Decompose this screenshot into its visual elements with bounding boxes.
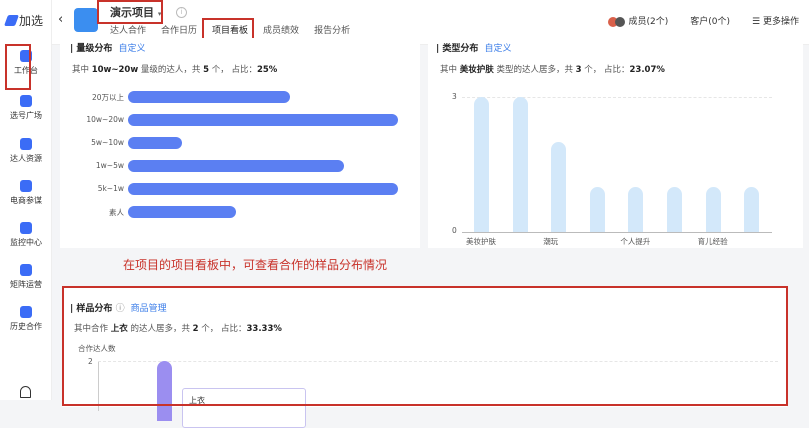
sidebar-item-label: 工作台 — [14, 66, 38, 75]
type-custom-link[interactable]: 自定义 — [484, 44, 511, 54]
sidebar-item[interactable]: 达人资源 — [0, 138, 52, 164]
sidebar-item[interactable]: 矩阵运营 — [0, 264, 52, 290]
help-icon[interactable]: ⓘ — [116, 304, 125, 314]
sidebar-item[interactable]: 电商参谋 — [0, 180, 52, 206]
bell-icon[interactable] — [20, 386, 31, 398]
level-panel: | 量级分布 自定义 其中 10w~20w 量级的达人，共 5 个， 占比：25%… — [60, 38, 420, 248]
bar[interactable] — [128, 183, 398, 195]
x-axis — [462, 232, 772, 233]
category-label: 5k~1w — [97, 184, 124, 193]
bar[interactable] — [128, 91, 290, 103]
sidebar-item-label: 历史合作 — [10, 322, 42, 331]
bar[interactable] — [628, 187, 644, 232]
members-label: 成员(2个) — [628, 17, 669, 27]
logo-icon — [3, 15, 20, 26]
bar[interactable] — [705, 187, 721, 232]
avatar — [614, 16, 625, 27]
logo[interactable]: 加选 — [3, 12, 44, 29]
project-icon — [74, 8, 98, 32]
y-tick: 0 — [452, 226, 457, 235]
product-manage-link[interactable]: 商品管理 — [131, 304, 167, 314]
type-panel: | 类型分布 自定义 其中 美妆护肤 类型的达人居多，共 3 个， 占比：23.0… — [428, 38, 803, 248]
ai-doc-icon — [20, 264, 32, 276]
type-summary: 其中 美妆护肤 类型的达人居多，共 3 个， 占比：23.07% — [440, 65, 665, 75]
y-axis-label: 合作达人数 — [78, 344, 116, 353]
sidebar-item-label: 电商参谋 — [10, 196, 42, 205]
sidebar-item-label: 矩阵运营 — [10, 280, 42, 289]
category-label: 1w~5w — [95, 161, 124, 170]
bag-icon — [20, 180, 32, 192]
members-button[interactable]: 成员(2个) — [607, 14, 669, 27]
sidebar-item[interactable]: 选号广场 — [0, 95, 52, 121]
type-title: | 类型分布 自定义 — [436, 44, 512, 54]
back-icon[interactable]: ‹ — [58, 12, 63, 27]
gridline — [462, 97, 772, 98]
user-icon — [20, 95, 32, 107]
clients-button[interactable]: 客户(0个) — [690, 14, 730, 27]
sidebar-item-label: 选号广场 — [10, 111, 42, 120]
tooltip: 上衣 — [182, 388, 306, 428]
gridline — [98, 361, 778, 362]
bar[interactable] — [128, 114, 398, 126]
category-label: 10w~20w — [86, 115, 124, 124]
info-icon[interactable]: i — [176, 7, 187, 18]
category-label: 5w~10w — [91, 138, 124, 147]
more-actions-button[interactable]: ☰ 更多操作 — [752, 14, 799, 27]
sample-title: | 样品分布 ⓘ 商品管理 — [70, 304, 167, 314]
bar[interactable] — [589, 187, 605, 232]
workbench-icon — [20, 50, 32, 62]
more-label: 更多操作 — [762, 17, 799, 27]
category-label: 素人 — [109, 208, 124, 217]
sample-summary: 其中合作 上衣 的达人居多，共 2 个， 占比：33.33% — [74, 324, 282, 334]
y-axis — [98, 361, 99, 411]
bar[interactable] — [128, 206, 236, 218]
level-custom-link[interactable]: 自定义 — [118, 44, 145, 54]
bar[interactable] — [667, 187, 682, 232]
sidebar: 加选 工作台选号广场达人资源电商参谋监控中心矩阵运营历史合作 — [0, 0, 52, 400]
caret-down-icon: ▾ — [157, 10, 162, 18]
x-tick-label: 潮玩 — [543, 237, 559, 246]
category-label: 20万以上 — [91, 93, 124, 102]
folder-star-icon — [20, 138, 32, 150]
monitor-icon — [20, 222, 32, 234]
bar[interactable] — [128, 137, 182, 149]
x-tick-label: 个人提升 — [620, 237, 651, 246]
annotation-caption: 在项目的项目看板中，可查看合作的样品分布情况 — [123, 258, 388, 272]
sidebar-item[interactable]: 监控中心 — [0, 222, 52, 248]
sample-panel: | 样品分布 ⓘ 商品管理 其中合作 上衣 的达人居多，共 2 个， 占比：33.… — [62, 287, 787, 428]
history-icon — [20, 306, 32, 318]
x-tick-label: 美妆护肤 — [466, 237, 496, 246]
y-tick: 3 — [452, 92, 457, 101]
sidebar-item[interactable]: 历史合作 — [0, 306, 52, 332]
logo-text: 加选 — [19, 14, 44, 28]
bar[interactable] — [512, 97, 528, 232]
bar[interactable] — [128, 160, 344, 172]
bar[interactable] — [744, 187, 760, 232]
y-tick: 2 — [88, 357, 93, 366]
sidebar-item-label: 监控中心 — [10, 238, 42, 247]
bar[interactable] — [474, 97, 489, 232]
level-title: | 量级分布 自定义 — [70, 44, 146, 54]
sidebar-item[interactable]: 工作台 — [0, 50, 52, 76]
menu-icon: ☰ — [752, 17, 763, 27]
x-tick-label: 育儿经验 — [697, 237, 728, 246]
sidebar-item-label: 达人资源 — [10, 154, 42, 163]
bar[interactable] — [551, 142, 567, 232]
level-summary: 其中 10w~20w 量级的达人，共 5 个， 占比：25% — [72, 65, 278, 75]
project-title[interactable]: 演示项目 ▾ — [110, 4, 161, 20]
project-title-text: 演示项目 — [110, 6, 154, 19]
sample-bar[interactable] — [157, 361, 172, 421]
